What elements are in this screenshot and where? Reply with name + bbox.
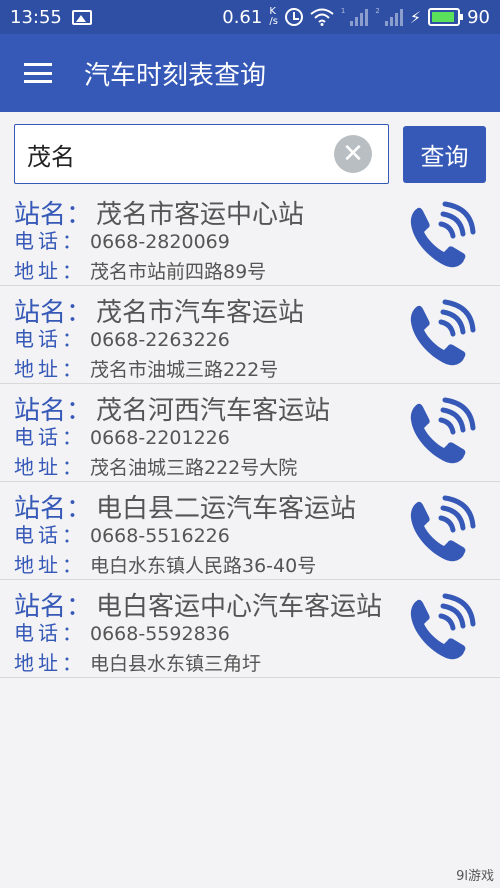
- station-phone: 0668-5516226: [90, 525, 230, 547]
- station-item[interactable]: 站名： 茂名市客运中心站 电话： 0668-2820069 地址： 茂名市站前四路89号: [0, 188, 500, 286]
- phone-call-icon[interactable]: [408, 494, 478, 566]
- signal-icon: [384, 8, 403, 26]
- battery-level: 90: [467, 6, 490, 28]
- phone-call-icon[interactable]: [408, 592, 478, 664]
- station-name: 电白县二运汽车客运站: [96, 494, 357, 524]
- network-speed: 0.61: [222, 6, 263, 28]
- signal-icon: [350, 8, 369, 26]
- phone-call-icon[interactable]: [408, 298, 478, 370]
- station-phone-label: 电话：: [14, 621, 86, 645]
- station-name: 茂名市客运中心站: [96, 200, 305, 230]
- search-input[interactable]: [27, 140, 334, 168]
- sim1-label: 1: [340, 6, 346, 15]
- status-bar: 13:55 0.61 K /s 1 2 ⚡ 90: [0, 0, 500, 34]
- network-speed-unit: K /s: [269, 6, 278, 27]
- search-row: ✕ 查询: [0, 112, 500, 188]
- query-button[interactable]: 查询: [403, 125, 486, 183]
- image-icon: [71, 9, 92, 25]
- close-icon[interactable]: ✕: [334, 135, 372, 173]
- station-phone: 0668-2263226: [90, 329, 230, 351]
- station-name: 电白客运中心汽车客运站: [96, 592, 383, 622]
- phone-call-icon[interactable]: [408, 396, 478, 468]
- station-address: 茂名油城三路222号大院: [90, 457, 298, 479]
- station-address-label: 地址：: [14, 259, 86, 283]
- station-address: 茂名市站前四路89号: [90, 261, 267, 283]
- wifi-icon: [310, 8, 334, 26]
- app-title: 汽车时刻表查询: [84, 60, 267, 91]
- charging-icon: ⚡: [409, 7, 422, 27]
- station-phone-label: 电话：: [14, 327, 86, 351]
- station-name: 茂名河西汽车客运站: [96, 396, 331, 426]
- station-address: 电白县水东镇三角圩: [90, 653, 262, 675]
- station-phone: 0668-5592836: [90, 623, 230, 645]
- station-address-label: 地址：: [14, 651, 86, 675]
- station-item[interactable]: 站名： 电白客运中心汽车客运站 电话： 0668-5592836 地址： 电白县水东镇三角…: [0, 580, 500, 678]
- phone-call-icon[interactable]: [408, 200, 478, 272]
- status-time: 13:55: [10, 6, 62, 28]
- battery-icon: [428, 8, 464, 26]
- station-phone: 0668-2201226: [90, 427, 230, 449]
- station-list: 站名： 茂名市客运中心站 电话： 0668-2820069 地址： 茂名市站前四路89号站…: [0, 188, 500, 678]
- station-item[interactable]: 站名： 电白县二运汽车客运站 电话： 0668-5516226 地址： 电白水东镇人民路3…: [0, 482, 500, 580]
- sim2-label: 2: [375, 6, 380, 15]
- station-address: 茂名市油城三路222号: [90, 359, 279, 381]
- station-phone: 0668-2820069: [90, 231, 230, 253]
- app-bar: 汽车时刻表查询: [0, 34, 500, 112]
- alarm-icon: [284, 8, 303, 26]
- station-address-label: 地址：: [14, 455, 86, 479]
- station-phone-label: 电话：: [14, 523, 86, 547]
- station-item[interactable]: 站名： 茂名市汽车客运站 电话： 0668-2263226 地址： 茂名市油城三路222号: [0, 286, 500, 384]
- search-box: ✕: [14, 124, 389, 184]
- station-address-label: 地址：: [14, 357, 86, 381]
- station-address: 电白水东镇人民路36-40号: [90, 555, 317, 577]
- station-item[interactable]: 站名： 茂名河西汽车客运站 电话： 0668-2201226 地址： 茂名油城三路222号…: [0, 384, 500, 482]
- station-phone-label: 电话：: [14, 229, 86, 253]
- station-phone-label: 电话：: [14, 425, 86, 449]
- watermark: 9l游戏: [456, 869, 494, 884]
- station-name: 茂名市汽车客运站: [96, 298, 305, 328]
- hamburger-menu-icon[interactable]: [24, 63, 52, 83]
- station-address-label: 地址：: [14, 553, 86, 577]
